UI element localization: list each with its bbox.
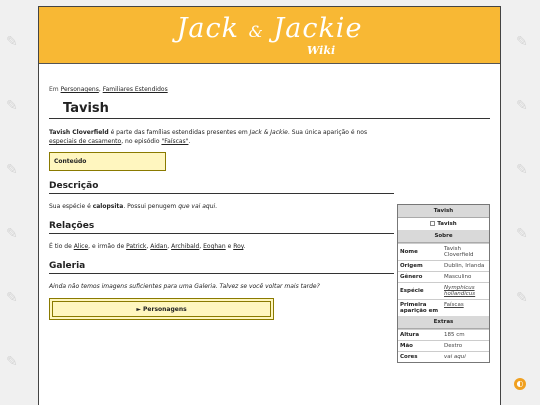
infobox-value: Faíscas <box>442 300 489 316</box>
feather-icon: ✎ <box>516 34 528 50</box>
infobox-key: Nome <box>400 249 418 255</box>
link-roy[interactable]: Roy <box>233 243 243 250</box>
logo-text-jackie: Jackie <box>273 13 363 44</box>
infobox-row: Origem Dublin, Irlanda <box>398 260 489 271</box>
infobox-image: Tavish <box>398 218 489 230</box>
link-especiais[interactable]: especiais de casamento <box>49 138 121 145</box>
show-title: Jack & Jackie <box>249 129 288 136</box>
text: . Possui penugem <box>123 203 179 210</box>
text: . <box>215 203 218 210</box>
infobox-row: Mão Destro <box>398 340 489 351</box>
text: Sua espécie é <box>49 203 93 210</box>
intro-text: é parte das famílias estendidas presente… <box>108 129 250 136</box>
feather-icon: ✎ <box>516 226 528 242</box>
section-heading-relacoes: Relações <box>49 221 394 234</box>
infobox-row: Primeira aparição em Faíscas <box>398 299 489 316</box>
main-content: Em Personagens, Familiares Estendidos Ta… <box>39 86 500 363</box>
infobox-row: Gênero Masculino <box>398 271 489 282</box>
section-heading-galeria: Galeria <box>49 261 394 274</box>
link-faiscas[interactable]: "Faíscas" <box>161 138 188 145</box>
feather-icon: ✎ <box>6 354 18 370</box>
feather-icon: ✎ <box>6 226 18 242</box>
infobox-row: Cores vai aqui <box>398 351 489 362</box>
infobox-section-sobre: Sobre <box>398 230 489 243</box>
species: calopsita <box>92 203 124 210</box>
infobox-title: Tavish <box>398 205 489 218</box>
breadcrumb-link-personagens[interactable]: Personagens <box>61 86 99 93</box>
navbox-personagens[interactable]: ► Personagens <box>49 298 274 320</box>
infobox-key: Mão <box>400 343 413 349</box>
link-archibald[interactable]: Archibald <box>171 243 199 250</box>
infobox-row: Altura 185 cm <box>398 329 489 340</box>
broken-image-icon <box>430 221 436 226</box>
feather-icon: ✎ <box>516 290 528 306</box>
wiki-page: Jack & Jackie Wiki Em Personagens, Famil… <box>38 6 501 405</box>
breadcrumb-prefix: Em <box>49 86 59 93</box>
feather-icon: ✎ <box>6 290 18 306</box>
theme-toggle-icon[interactable]: ◐ <box>514 378 526 390</box>
intro-text: . <box>188 138 191 145</box>
text: . <box>243 243 246 250</box>
section-heading-descricao: Descrição <box>49 181 394 194</box>
logo-ampersand: & <box>248 22 264 41</box>
site-logo[interactable]: Jack & Jackie <box>39 13 500 44</box>
link-alice[interactable]: Alice <box>74 243 88 250</box>
logo-subtitle: Wiki <box>307 44 336 57</box>
link-first-appearance[interactable]: Faíscas <box>444 302 464 308</box>
toc-label: Conteúdo <box>54 158 87 165</box>
infobox-value: vai aqui <box>444 354 466 360</box>
infobox-value: Tavish Cloverfield <box>444 246 474 258</box>
link-eoghan[interactable]: Eoghan <box>203 243 226 250</box>
infobox-key: Cores <box>400 354 418 360</box>
link-patrick[interactable]: Patrick <box>126 243 146 250</box>
intro-paragraph: Tavish Cloverfield é parte das famílias … <box>49 128 394 146</box>
infobox-key: Primeira aparição em <box>400 302 439 314</box>
intro-text: . Sua única aparição é nos <box>287 129 368 136</box>
infobox-value: 185 cm <box>444 332 465 338</box>
character-name: Tavish Cloverfield <box>49 129 109 136</box>
link-aidan[interactable]: Aidan <box>150 243 167 250</box>
page-title: Tavish <box>49 101 490 119</box>
text: , e irmão de <box>88 243 127 250</box>
infobox-value: Nymphicus hollandicus <box>442 283 489 299</box>
breadcrumb-link-familiares[interactable]: Familiares Estendidos <box>103 86 168 93</box>
intro-text: , no episódio <box>121 138 162 145</box>
infobox-section-extras: Extras <box>398 316 489 329</box>
feather-icon: ✎ <box>6 162 18 178</box>
feather-icon: ✎ <box>516 162 528 178</box>
feather-icon: ✎ <box>6 34 18 50</box>
image-alt-text: Tavish <box>437 221 457 227</box>
site-banner[interactable]: Jack & Jackie Wiki <box>39 7 500 64</box>
feather-icon: ✎ <box>6 98 18 114</box>
infobox-key: Espécie <box>400 288 424 294</box>
infobox-key: Gênero <box>400 274 423 280</box>
character-infobox: Tavish Tavish Sobre Nome Tavish Cloverfi… <box>397 204 490 363</box>
logo-text-jack: Jack <box>176 13 239 44</box>
infobox-row: Espécie Nymphicus hollandicus <box>398 282 489 299</box>
infobox-key: Origem <box>400 263 423 269</box>
navbox-label[interactable]: ► Personagens <box>52 301 271 317</box>
infobox-value: Dublin, Irlanda <box>444 263 485 269</box>
infobox-key: Altura <box>400 332 420 338</box>
text: É tio de <box>49 243 74 250</box>
feather-icon: ✎ <box>516 98 528 114</box>
infobox-row: Nome Tavish Cloverfield <box>398 243 489 260</box>
table-of-contents[interactable]: Conteúdo <box>49 152 166 171</box>
link-species[interactable]: Nymphicus hollandicus <box>444 285 475 297</box>
infobox-value: Masculino <box>444 274 472 280</box>
breadcrumb-sep: , <box>98 86 101 93</box>
feather-color: que vai aqui <box>178 203 216 210</box>
breadcrumb: Em Personagens, Familiares Estendidos <box>49 86 490 93</box>
infobox-value: Destro <box>444 343 463 349</box>
